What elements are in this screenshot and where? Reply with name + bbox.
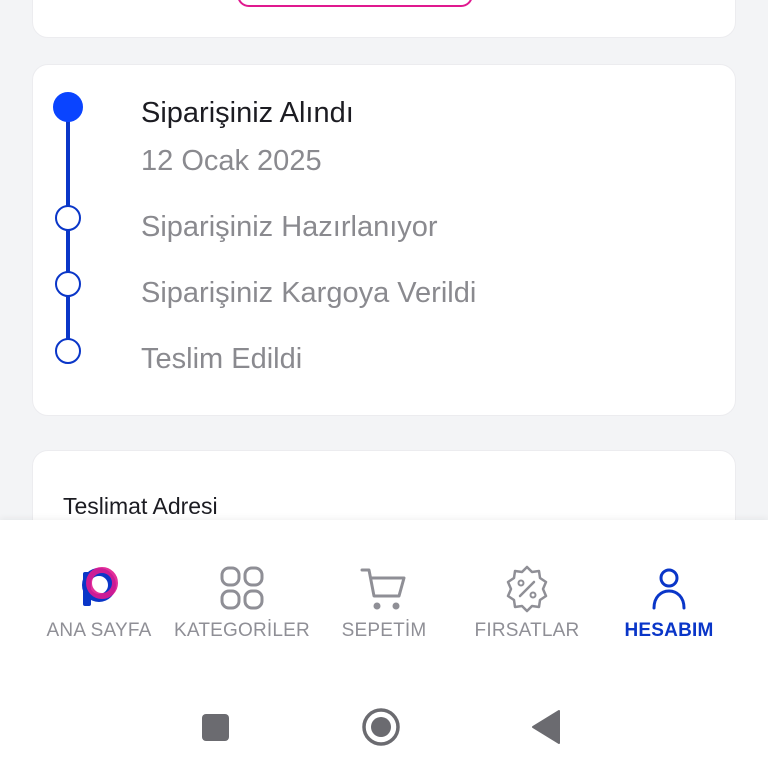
discount-badge-icon xyxy=(506,565,548,613)
nav-item-account[interactable]: HESABIM xyxy=(594,564,744,654)
timeline-dot-delivered xyxy=(55,338,81,364)
step-label-shipped: Siparişiniz Kargoya Verildi xyxy=(141,277,477,309)
nav-item-home[interactable]: ANA SAYFA xyxy=(24,564,174,654)
timeline-dot-received xyxy=(53,92,83,122)
nav-label-home: ANA SAYFA xyxy=(46,620,152,641)
user-icon xyxy=(652,568,686,610)
timeline-dot-shipped xyxy=(55,271,81,297)
address-title: Teslimat Adresi xyxy=(63,493,218,519)
timeline-line xyxy=(66,109,70,353)
step-label-delivered: Teslim Edildi xyxy=(141,343,303,375)
nav-label-account: HESABIM xyxy=(624,620,714,641)
step-label-preparing: Siparişiniz Hazırlanıyor xyxy=(141,211,438,243)
order-actions-card xyxy=(32,0,736,38)
home-icon[interactable] xyxy=(356,702,406,752)
back-icon[interactable] xyxy=(521,702,571,752)
recents-icon[interactable] xyxy=(191,702,241,752)
cart-icon xyxy=(360,568,406,610)
nav-label-deals: FIRSATLAR xyxy=(474,620,580,641)
brand-logo-icon xyxy=(82,567,118,606)
nav-label-categories: KATEGORİLER xyxy=(174,620,310,641)
nav-item-cart[interactable]: SEPETİM xyxy=(309,564,459,654)
nav-label-cart: SEPETİM xyxy=(341,620,427,641)
order-detail-screen: Siparişiniz Alındı 12 Ocak 2025 Siparişi… xyxy=(0,0,768,768)
bottom-navigation: ANA SAYFA KATEGORİLER SEPETİM FIRSATLAR … xyxy=(0,520,768,690)
order-action-button[interactable] xyxy=(237,0,473,7)
step-date-received: 12 Ocak 2025 xyxy=(141,145,322,177)
grid-icon xyxy=(220,566,264,610)
timeline-dot-preparing xyxy=(55,205,81,231)
step-label-received: Siparişiniz Alındı xyxy=(141,97,354,129)
order-status-card: Siparişiniz Alındı 12 Ocak 2025 Siparişi… xyxy=(32,64,736,416)
system-navigation-bar xyxy=(0,690,768,768)
nav-item-deals[interactable]: FIRSATLAR xyxy=(452,564,602,654)
nav-item-categories[interactable]: KATEGORİLER xyxy=(167,564,317,654)
